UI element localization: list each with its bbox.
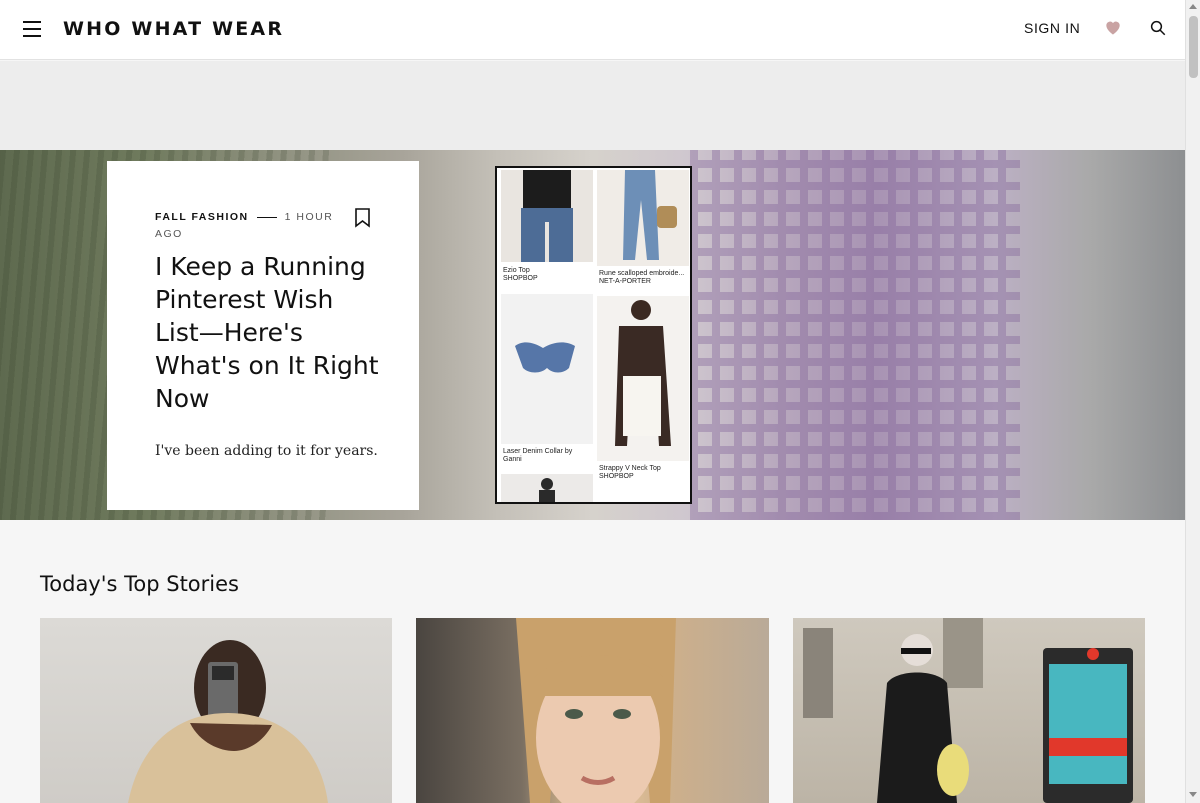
product-label-rune: Rune scalloped embroide... NET-A-PORTER — [599, 270, 685, 285]
hero-dek: I've been adding to it for years. — [155, 443, 378, 459]
product-label-strappy: Strappy V Neck Top SHOPBOP — [599, 465, 661, 480]
site-header: WHO WHAT WEAR SIGN IN — [0, 0, 1185, 60]
product-label-ezio: Ezio Top SHOPBOP — [503, 267, 538, 282]
story-card-3-image[interactable] — [793, 618, 1145, 803]
section-title-top-stories: Today's Top Stories — [40, 572, 239, 596]
story-card-2-image[interactable] — [416, 618, 769, 803]
hero-headline[interactable]: I Keep a Running Pinterest Wish List—Her… — [155, 250, 380, 415]
product-image-denim-collar — [501, 294, 593, 444]
product-image-ezio-top — [501, 170, 593, 262]
article-kicker: FALL FASHION 1 HOUR AGO — [155, 209, 335, 243]
jeans-basket-illustration — [623, 170, 677, 260]
hero-gingham-texture — [690, 150, 1020, 520]
product-image-strappy-top — [597, 296, 689, 461]
product-image-rune — [597, 170, 689, 266]
top-jeans-illustration — [521, 170, 573, 262]
bangs-portrait-illustration — [516, 618, 676, 803]
kicker-dash — [256, 216, 277, 218]
street-style-illustration — [803, 618, 1133, 803]
product-image-partial — [501, 474, 593, 502]
story-card-1-image[interactable] — [40, 618, 392, 803]
scroll-down-arrow-icon[interactable] — [1189, 792, 1197, 797]
site-logo[interactable]: WHO WHAT WEAR — [63, 18, 284, 40]
figure-illustration — [539, 478, 555, 502]
ad-placeholder — [0, 61, 1185, 150]
sign-in-link[interactable]: SIGN IN — [1024, 20, 1080, 36]
denim-collar-illustration — [515, 342, 575, 373]
menu-icon[interactable] — [23, 21, 41, 37]
bookmark-icon[interactable] — [354, 208, 371, 228]
heart-icon[interactable] — [1103, 17, 1123, 37]
search-icon[interactable] — [1149, 19, 1167, 37]
scroll-thumb[interactable] — [1189, 16, 1198, 78]
page-scrollbar[interactable] — [1185, 0, 1200, 803]
selfie-illustration — [128, 640, 328, 803]
category-link[interactable]: FALL FASHION — [155, 211, 249, 223]
strappy-top-illustration — [615, 300, 671, 446]
scroll-up-arrow-icon[interactable] — [1189, 4, 1197, 9]
product-label-collar: Laser Denim Collar by Ganni — [503, 448, 573, 463]
pinterest-collage: Ezio Top SHOPBOP Rune scalloped embroide… — [495, 166, 692, 504]
